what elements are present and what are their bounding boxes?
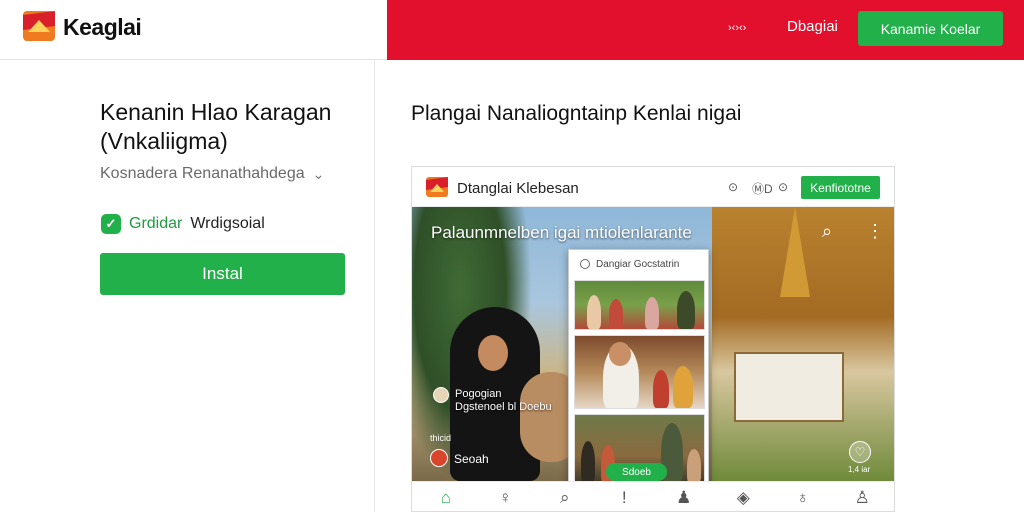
thumb-figure bbox=[587, 295, 601, 329]
vertical-divider bbox=[374, 60, 375, 512]
popup-action-button[interactable]: Sdoeb bbox=[606, 463, 667, 481]
popup-header-label: Dangiar Gocstatrin bbox=[596, 258, 680, 270]
verification-row: ✓ Grdidar Wrdigsoial bbox=[101, 214, 265, 234]
preview-top-bar: Dtanglai Klebesan ⊙ ⓂD ⊙ Kenfiototne bbox=[412, 167, 894, 207]
user-avatar[interactable] bbox=[430, 449, 448, 467]
search-icon[interactable]: ⌕ bbox=[822, 221, 832, 242]
video-popup[interactable]: Dangiar Gocstatrin Sdoeb bbox=[568, 249, 709, 481]
account-icon[interactable]: ♙ bbox=[850, 488, 874, 508]
scene-puppet-board bbox=[734, 352, 844, 422]
preview-follow-button[interactable]: Kenfiototne bbox=[801, 176, 880, 199]
header-nav-link[interactable]: Dbagiai bbox=[787, 18, 838, 35]
verify-label: Wrdigsoial bbox=[190, 215, 265, 232]
thumb-figure bbox=[687, 449, 701, 481]
preview-scene-image: Palaunmnelben igai mtiolenlarante ⌕ ⋮ Po… bbox=[412, 207, 894, 481]
check-icon: ✓ bbox=[101, 214, 121, 234]
header-left: Keaglai bbox=[0, 0, 387, 60]
settings-icon[interactable]: ⊙ bbox=[778, 180, 788, 194]
thumb-figure bbox=[581, 441, 595, 481]
thumb-figure bbox=[645, 297, 659, 329]
bottom-nav: ⌂ ♀ ⌕ ! ♟ ◈ ♁ ♙ bbox=[412, 481, 894, 511]
explore-icon[interactable]: ◈ bbox=[731, 488, 755, 508]
profile-icon[interactable]: ♟ bbox=[672, 488, 696, 508]
search-nav-icon[interactable]: ⌕ bbox=[553, 488, 577, 508]
chevron-down-icon[interactable]: ⌄ bbox=[313, 166, 325, 183]
logo-text[interactable]: Keaglai bbox=[63, 14, 142, 41]
app-preview-screenshot: Dtanglai Klebesan ⊙ ⓂD ⊙ Kenfiototne Pal… bbox=[411, 166, 895, 512]
app-title: Kenanin Hlao Karagan (Vnkaliigma) bbox=[100, 99, 332, 154]
install-button[interactable]: Instal bbox=[100, 253, 345, 295]
home-icon[interactable]: ⌂ bbox=[434, 488, 458, 508]
creator-info: Pogogian Dgstenoel bl Doebu bbox=[455, 388, 552, 414]
more-icon[interactable]: ⋮ bbox=[866, 221, 884, 242]
thumb-face bbox=[609, 342, 631, 366]
scene-stage bbox=[712, 207, 894, 481]
location-icon[interactable]: ♀ bbox=[493, 488, 517, 508]
alert-icon[interactable]: ! bbox=[612, 488, 636, 508]
developer-name: Kosnadera Renanathahdega bbox=[100, 165, 305, 182]
like-count: 1,4 iar bbox=[848, 465, 871, 474]
avatar[interactable] bbox=[433, 387, 449, 403]
radio-icon[interactable] bbox=[580, 259, 590, 269]
app-logo-icon[interactable] bbox=[22, 10, 56, 42]
thumb-figure bbox=[609, 299, 623, 329]
app-developer[interactable]: Kosnadera Renanathahdega ⌄ bbox=[100, 165, 324, 183]
community-icon[interactable]: ♁ bbox=[791, 488, 815, 508]
user-name: Seoah bbox=[454, 452, 489, 466]
video-thumbnail[interactable] bbox=[574, 280, 705, 330]
preview-title: Dtanglai Klebesan bbox=[457, 180, 579, 197]
preview-logo-icon bbox=[426, 177, 448, 197]
scene-caption: Palaunmnelben igai mtiolenlarante bbox=[431, 223, 692, 242]
heart-icon[interactable]: ♡ bbox=[849, 441, 871, 463]
section-title: Plangai Nanaliogntainp Kenlai nigai bbox=[411, 102, 742, 125]
thumb-figure bbox=[653, 370, 669, 408]
popup-header: Dangiar Gocstatrin bbox=[569, 250, 708, 278]
header-cta-button[interactable]: Kanamie Koelar bbox=[858, 11, 1003, 46]
creator-meta: Dgstenoel bl Doebu bbox=[455, 401, 552, 413]
thumb-figure bbox=[673, 366, 693, 408]
verify-label-green: Grdidar bbox=[129, 215, 183, 232]
clock-icon[interactable]: ⊙ bbox=[728, 180, 738, 194]
header-small-link[interactable]: ›‹›‹› bbox=[728, 22, 746, 34]
creator-name: Pogogian bbox=[455, 388, 502, 400]
scene-face bbox=[478, 335, 508, 371]
badge-icon[interactable]: ⓂD bbox=[752, 180, 773, 197]
thumb-figure bbox=[677, 291, 695, 329]
scene-tag: thicid bbox=[430, 433, 452, 443]
video-thumbnail[interactable] bbox=[574, 335, 705, 409]
